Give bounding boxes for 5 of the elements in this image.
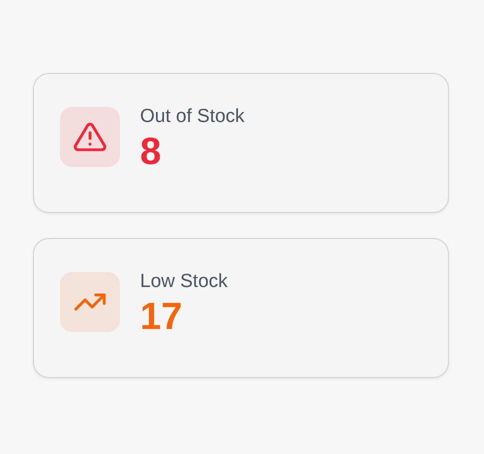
card-label: Out of Stock <box>140 105 245 129</box>
card-value: 17 <box>140 295 184 339</box>
warning-icon <box>73 120 107 154</box>
card-label: Low Stock <box>140 270 228 294</box>
card-value: 8 <box>140 130 162 174</box>
